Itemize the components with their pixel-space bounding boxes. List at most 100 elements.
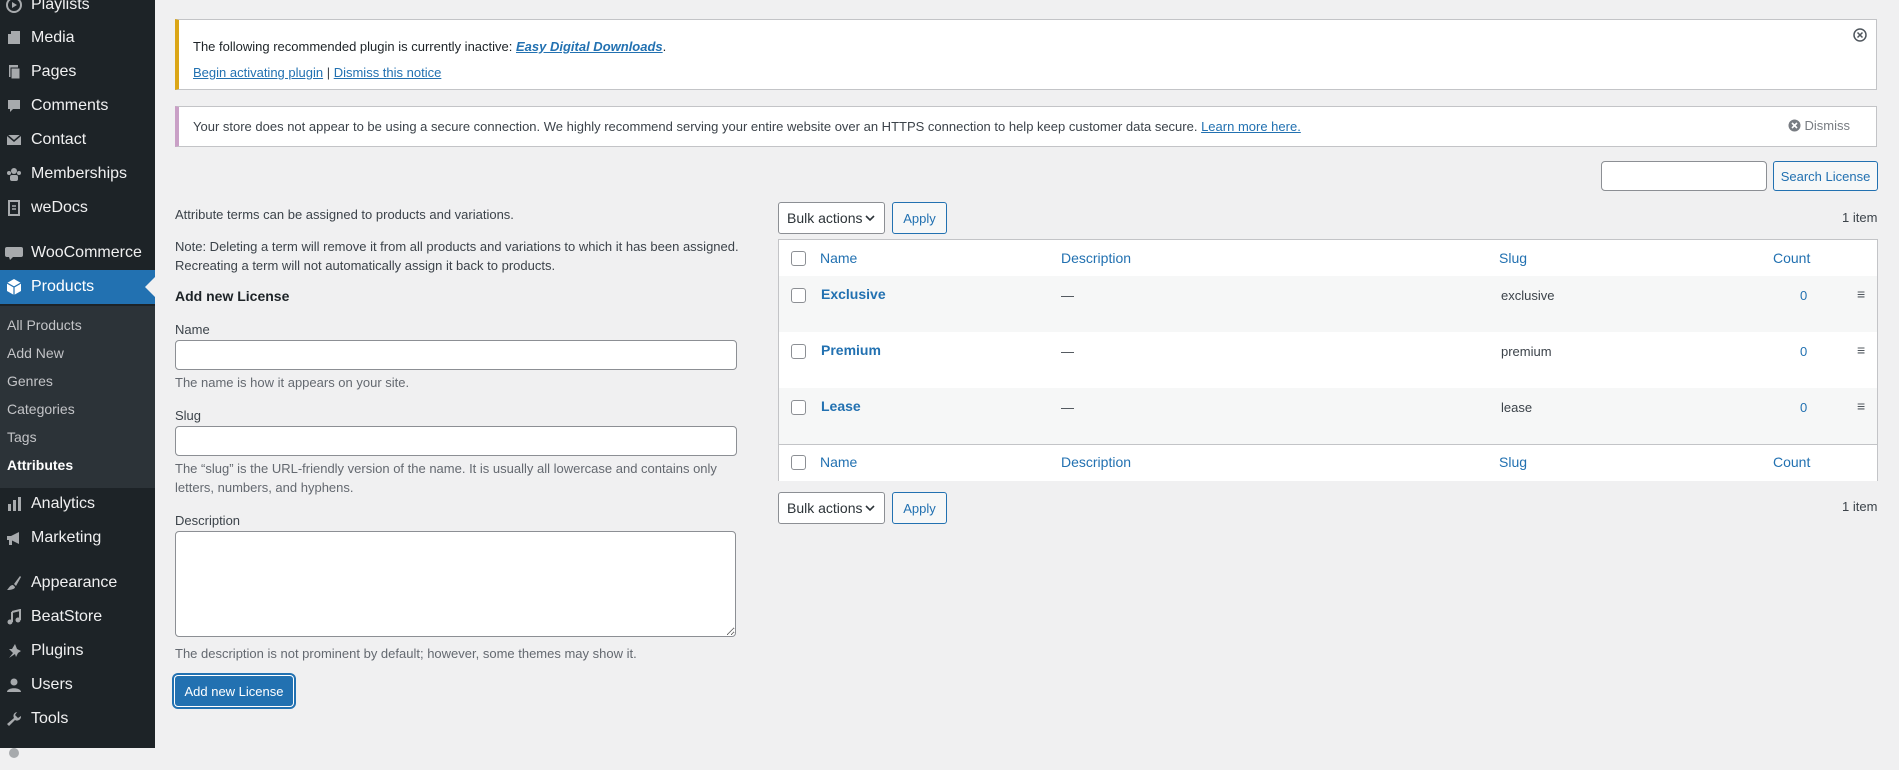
sidebar-item-comments[interactable]: Comments [0, 89, 155, 123]
column-slug[interactable]: Slug [1499, 250, 1527, 266]
row-checkbox[interactable] [791, 288, 806, 303]
row-checkbox[interactable] [791, 344, 806, 359]
drag-handle-icon[interactable]: ≡ [1857, 286, 1865, 302]
plugin-notice-message: The following recommended plugin is curr… [193, 39, 666, 54]
dismiss-x-icon [1788, 119, 1801, 132]
term-slug: exclusive [1501, 288, 1555, 303]
form-note-line1: Note: Deleting a term will remove it fro… [175, 239, 739, 254]
comments-icon [4, 96, 24, 116]
sidebar-item-partial[interactable] [0, 736, 155, 770]
term-name-link[interactable]: Lease [821, 398, 861, 414]
sidebar-item-memberships[interactable]: Memberships [0, 157, 155, 191]
submenu-item-genres[interactable]: Genres [7, 373, 53, 389]
bulk-actions-label: Bulk actions [787, 210, 863, 226]
media-icon [4, 28, 24, 48]
sidebar-item-wedocs[interactable]: weDocs [0, 191, 155, 225]
column-count-footer[interactable]: Count [1773, 454, 1810, 470]
admin-sidebar: Playlists Media Pages Comments Contact M… [0, 0, 155, 758]
sidebar-item-beatstore[interactable]: BeatStore [0, 600, 155, 634]
submenu-item-add-new[interactable]: Add New [7, 345, 64, 361]
table-footer: Name Description Slug Count [779, 444, 1877, 481]
ssl-dismiss-label: Dismiss [1804, 118, 1851, 133]
sidebar-item-appearance[interactable]: Appearance [0, 566, 155, 600]
submenu-item-attributes[interactable]: Attributes [7, 457, 73, 473]
column-count[interactable]: Count [1773, 250, 1810, 266]
term-name-link[interactable]: Premium [821, 342, 881, 358]
sidebar-item-media[interactable]: Media [0, 21, 155, 55]
column-name[interactable]: Name [820, 250, 857, 266]
column-slug-footer[interactable]: Slug [1499, 454, 1527, 470]
products-icon [4, 277, 24, 297]
apply-button-bottom[interactable]: Apply [892, 492, 947, 524]
search-license-button[interactable]: Search License [1773, 161, 1878, 191]
products-submenu: All Products Add New Genres Categories T… [0, 306, 155, 488]
term-slug: premium [1501, 344, 1552, 359]
column-name-footer[interactable]: Name [820, 454, 857, 470]
column-description[interactable]: Description [1061, 250, 1131, 266]
dismiss-notice-link[interactable]: Dismiss this notice [334, 65, 442, 80]
ssl-notice-text: Your store does not appear to be using a… [193, 119, 1202, 134]
bulk-actions-select-bottom[interactable]: Bulk actions [778, 492, 885, 524]
slug-help-line1: The “slug” is the URL-friendly version o… [175, 461, 717, 476]
description-field[interactable] [175, 531, 736, 637]
learn-more-link[interactable]: Learn more here. [1201, 119, 1301, 134]
pages-icon [4, 62, 24, 82]
sidebar-item-tools[interactable]: Tools [0, 702, 155, 736]
form-note-line2: Recreating a term will not automatically… [175, 258, 556, 273]
ssl-notice-message: Your store does not appear to be using a… [193, 119, 1301, 134]
table-row: Exclusive — exclusive 0 ≡ [779, 276, 1877, 332]
sidebar-item-label: Users [31, 676, 73, 693]
select-all-checkbox-bottom[interactable] [791, 455, 806, 470]
submenu-item-categories[interactable]: Categories [7, 401, 75, 417]
sidebar-item-label: Analytics [31, 495, 96, 512]
user-icon [4, 675, 24, 695]
drag-handle-icon[interactable]: ≡ [1857, 398, 1865, 414]
column-description-footer[interactable]: Description [1061, 454, 1131, 470]
item-count-top: 1 item [1842, 210, 1878, 225]
apply-button-top[interactable]: Apply [892, 202, 947, 234]
plugin-notice-text: The following recommended plugin is curr… [193, 39, 516, 54]
term-name-link[interactable]: Exclusive [821, 286, 886, 302]
sidebar-item-contact[interactable]: Contact [0, 123, 155, 157]
slug-field[interactable] [175, 426, 737, 456]
term-count-link[interactable]: 0 [1800, 288, 1807, 303]
bulk-actions-select-top[interactable]: Bulk actions [778, 202, 885, 234]
term-slug: lease [1501, 400, 1533, 415]
form-intro: Attribute terms can be assigned to produ… [175, 207, 514, 222]
sidebar-item-pages[interactable]: Pages [0, 55, 155, 89]
add-new-license-button[interactable]: Add new License [175, 676, 293, 706]
woocommerce-icon [4, 243, 24, 263]
license-terms-table: Name Description Slug Count Exclusive — … [778, 239, 1878, 481]
sidebar-item-label: WooCommerce [31, 244, 142, 261]
sidebar-item-woocommerce[interactable]: WooCommerce [0, 236, 155, 270]
sidebar-item-playlists[interactable]: Playlists [0, 0, 155, 22]
sidebar-item-products[interactable]: Products [0, 270, 155, 304]
select-all-checkbox[interactable] [791, 251, 806, 266]
bulk-actions-label: Bulk actions [787, 500, 863, 516]
submenu-item-all-products[interactable]: All Products [7, 317, 82, 333]
plugin-link[interactable]: Easy Digital Downloads [516, 39, 663, 54]
term-count-link[interactable]: 0 [1800, 400, 1807, 415]
submenu-item-tags[interactable]: Tags [7, 429, 37, 445]
row-checkbox[interactable] [791, 400, 806, 415]
plugin-notice-actions: Begin activating plugin | Dismiss this n… [193, 65, 441, 80]
close-icon[interactable] [1853, 28, 1867, 45]
term-count-link[interactable]: 0 [1800, 344, 1807, 359]
sidebar-item-marketing[interactable]: Marketing [0, 521, 155, 555]
sidebar-item-users[interactable]: Users [0, 668, 155, 702]
sidebar-item-label: Tools [31, 710, 69, 727]
sidebar-item-plugins[interactable]: Plugins [0, 634, 155, 668]
begin-activating-link[interactable]: Begin activating plugin [193, 65, 323, 80]
sidebar-item-analytics[interactable]: Analytics [0, 487, 155, 521]
document-icon [4, 198, 24, 218]
plugin-icon [4, 641, 24, 661]
ssl-notice: Your store does not appear to be using a… [175, 106, 1877, 147]
name-field[interactable] [175, 340, 737, 370]
groups-icon [4, 164, 24, 184]
ssl-dismiss-button[interactable]: Dismiss [1788, 118, 1851, 133]
chevron-down-icon [864, 211, 876, 227]
sidebar-item-label: Marketing [31, 529, 102, 546]
wrench-icon [4, 709, 24, 729]
search-license-input[interactable] [1601, 161, 1767, 191]
drag-handle-icon[interactable]: ≡ [1857, 342, 1865, 358]
